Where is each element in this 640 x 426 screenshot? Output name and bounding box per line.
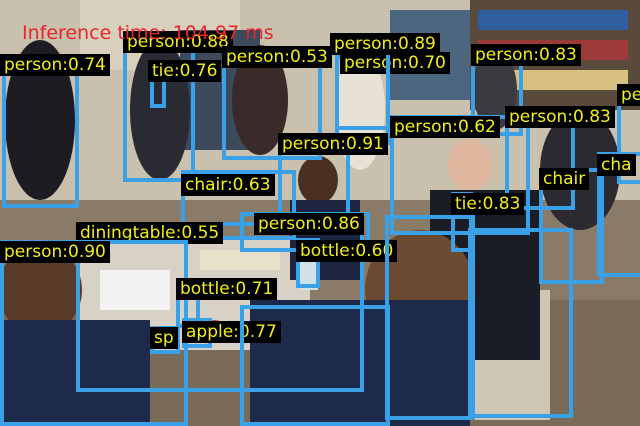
detection-label: person:0.83 — [505, 106, 615, 128]
detection-label: person:0.90 — [0, 241, 110, 263]
detection-label: chair:0.63 — [181, 174, 275, 196]
detection-label: person:0.91 — [278, 133, 388, 155]
detection-label: person — [617, 84, 640, 106]
detection-label: cha — [597, 154, 636, 176]
detection-label: person:0.83 — [471, 44, 581, 66]
detection-label: bottle:0.60 — [296, 240, 398, 262]
detection-box — [240, 305, 390, 426]
detection-label: tie:0.83 — [451, 193, 525, 215]
detection-overlay: person:0.74 person:0.88 tie:0.76 person:… — [0, 0, 640, 426]
detection-scene: person:0.74 person:0.88 tie:0.76 person:… — [0, 0, 640, 426]
detection-label: bottle:0.71 — [176, 278, 278, 300]
detection-label: person:0.62 — [390, 116, 500, 138]
detection-label: person:0.86 — [254, 213, 364, 235]
detection-label: person:0.89 — [330, 33, 440, 55]
detection-box — [385, 215, 475, 420]
detection-box — [2, 58, 79, 208]
detection-label: chair — [539, 168, 590, 190]
detection-label: person:0.74 — [0, 54, 110, 76]
detection-label: tie:0.76 — [148, 60, 222, 82]
detection-label: sp — [150, 327, 178, 349]
inference-time-text: Inference time: 104.97 ms — [22, 22, 274, 44]
detection-box — [468, 228, 573, 418]
detection-label: person:0.53 — [222, 46, 332, 68]
